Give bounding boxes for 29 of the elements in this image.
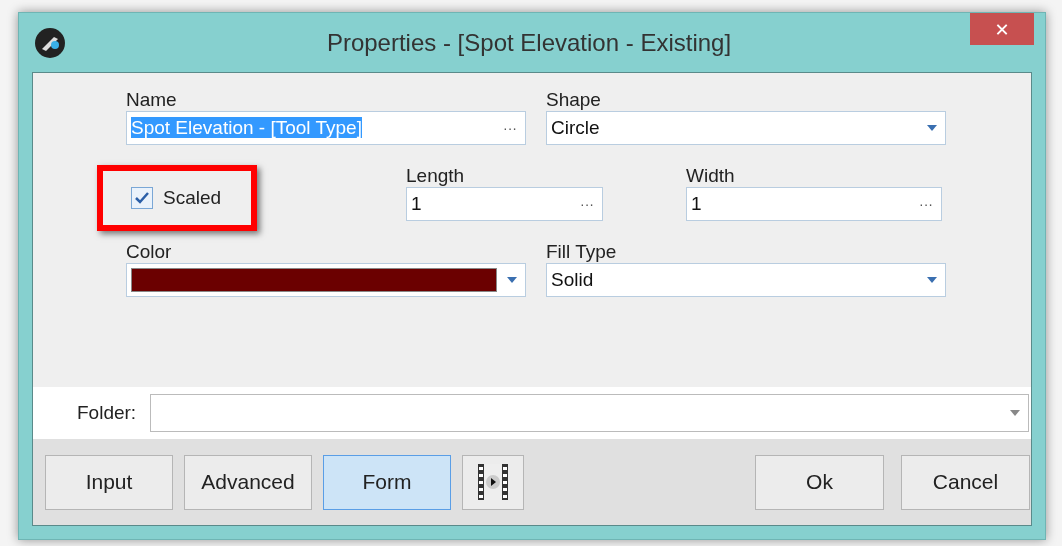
close-button[interactable]: ✕ [970, 13, 1034, 45]
checkmark-icon [135, 192, 149, 204]
dropdown[interactable]: Solid [546, 263, 946, 297]
dropdown-arrow-icon[interactable] [507, 277, 517, 283]
checkbox[interactable] [131, 187, 153, 209]
dropdown-arrow-icon[interactable] [927, 277, 937, 283]
tab-button[interactable]: Form [323, 454, 451, 510]
tab-button[interactable]: Advanced [184, 454, 312, 510]
dropdown[interactable]: Circle [546, 111, 946, 145]
video-button[interactable] [462, 454, 524, 510]
dropdown-arrow-icon[interactable] [927, 125, 937, 131]
field-label: Name [126, 89, 178, 111]
dialog-button[interactable]: Cancel [901, 454, 1030, 510]
field-label: Color [126, 241, 173, 263]
field-label: Length [406, 165, 466, 187]
folder-label: Folder: [77, 402, 137, 424]
dialog-button[interactable]: Ok [755, 454, 884, 510]
app-logo-icon [34, 26, 66, 59]
text-field[interactable]: 1 ··· [406, 187, 603, 221]
text-field[interactable]: 1 ··· [686, 187, 942, 221]
field-label: Width [686, 165, 736, 187]
dropdown-arrow-icon[interactable] [1010, 410, 1020, 416]
tab-button[interactable]: Input [45, 454, 173, 510]
field-label: Fill Type [546, 241, 618, 263]
color-dropdown[interactable] [126, 263, 526, 297]
checkbox-label: Scaled [163, 187, 222, 209]
text-field[interactable]: Spot Elevation - [Tool Type] ··· [126, 111, 526, 145]
window-title: Properties - [Spot Elevation - Existing] [325, 28, 733, 57]
field-label: Shape [546, 89, 602, 111]
